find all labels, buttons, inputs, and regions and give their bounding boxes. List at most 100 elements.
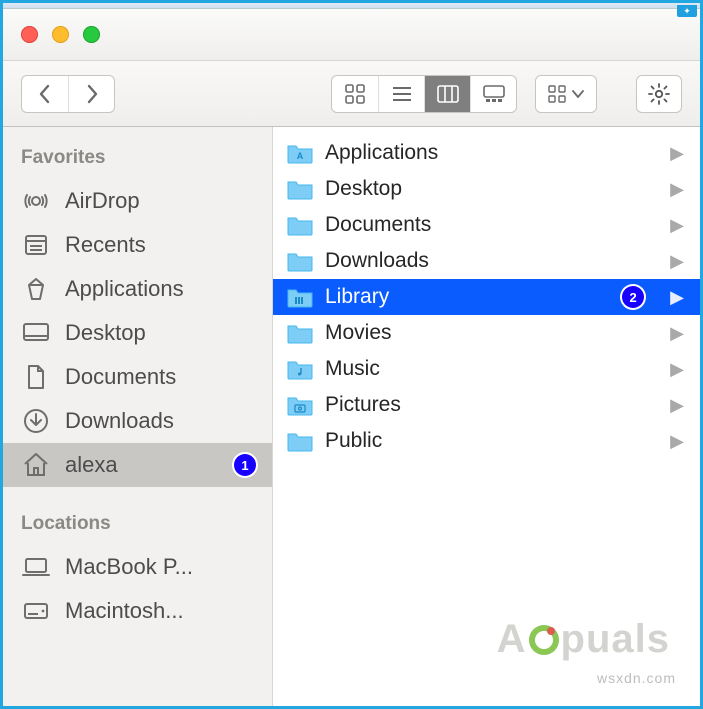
sidebar-item-label: Applications — [65, 276, 256, 302]
chevron-right-icon: ▶ — [670, 431, 684, 452]
sidebar: Favorites AirDrop Recents Applications — [3, 127, 273, 706]
list-item-public[interactable]: Public ▶ — [273, 423, 700, 459]
zoom-window-button[interactable] — [83, 26, 100, 43]
finder-window: ✦ — [0, 0, 703, 709]
gear-icon — [648, 83, 670, 105]
view-column-button[interactable] — [424, 76, 470, 112]
desktop-icon — [21, 318, 51, 348]
watermark-text-b: puals — [561, 617, 670, 662]
item-label: Movies — [325, 321, 670, 345]
folder-icon — [287, 286, 313, 308]
sidebar-item-recents[interactable]: Recents — [3, 223, 272, 267]
annotation-badge-1: 1 — [234, 454, 256, 476]
corner-bookmark-icon: ✦ — [677, 5, 697, 17]
toolbar — [3, 61, 700, 127]
titlebar — [3, 9, 700, 61]
grid-icon — [345, 84, 365, 104]
folder-list: A Applications ▶ Desktop ▶ Documents ▶ D — [273, 127, 700, 459]
item-label: Library — [325, 285, 622, 309]
sidebar-item-airdrop[interactable]: AirDrop — [3, 179, 272, 223]
minimize-window-button[interactable] — [52, 26, 69, 43]
watermark-text-a: A — [497, 617, 527, 662]
watermark-ball-icon — [529, 625, 559, 655]
chevron-right-icon: ▶ — [670, 215, 684, 236]
list-item-applications[interactable]: A Applications ▶ — [273, 135, 700, 171]
sidebar-item-label: Macintosh... — [65, 598, 256, 624]
folder-icon — [287, 250, 313, 272]
watermark-logo: A puals — [497, 617, 670, 662]
svg-text:A: A — [297, 151, 304, 161]
sidebar-item-macbook[interactable]: MacBook P... — [3, 545, 272, 589]
column-content: A Applications ▶ Desktop ▶ Documents ▶ D — [273, 127, 700, 706]
view-list-button[interactable] — [378, 76, 424, 112]
chevron-right-icon: ▶ — [670, 143, 684, 164]
folder-icon — [287, 214, 313, 236]
airdrop-icon — [21, 186, 51, 216]
sidebar-item-desktop[interactable]: Desktop — [3, 311, 272, 355]
downloads-icon — [21, 406, 51, 436]
documents-icon — [21, 362, 51, 392]
item-label: Desktop — [325, 177, 670, 201]
item-label: Music — [325, 357, 670, 381]
list-item-pictures[interactable]: Pictures ▶ — [273, 387, 700, 423]
list-item-documents[interactable]: Documents ▶ — [273, 207, 700, 243]
list-item-movies[interactable]: Movies ▶ — [273, 315, 700, 351]
list-item-music[interactable]: Music ▶ — [273, 351, 700, 387]
action-menu-button[interactable] — [636, 75, 682, 113]
window-body: Favorites AirDrop Recents Applications — [3, 127, 700, 706]
chevron-right-icon — [85, 84, 99, 104]
chevron-right-icon: ▶ — [670, 251, 684, 272]
sidebar-item-applications[interactable]: Applications — [3, 267, 272, 311]
gallery-icon — [483, 84, 505, 104]
grid-small-icon — [548, 85, 566, 103]
forward-button[interactable] — [68, 76, 114, 112]
chevron-right-icon: ▶ — [670, 395, 684, 416]
group-by-dropdown[interactable] — [535, 75, 597, 113]
section-title-locations: Locations — [3, 509, 272, 545]
section-title-favorites: Favorites — [3, 143, 272, 179]
item-label: Public — [325, 429, 670, 453]
sidebar-item-label: MacBook P... — [65, 554, 256, 580]
chevron-right-icon: ▶ — [670, 287, 684, 308]
nav-segment — [21, 75, 115, 113]
sidebar-item-label: AirDrop — [65, 188, 256, 214]
folder-icon — [287, 430, 313, 452]
recents-icon — [21, 230, 51, 260]
sidebar-item-documents[interactable]: Documents — [3, 355, 272, 399]
chevron-left-icon — [38, 84, 52, 104]
chevron-right-icon: ▶ — [670, 323, 684, 344]
item-label: Downloads — [325, 249, 670, 273]
folder-music-icon — [287, 358, 313, 380]
item-label: Documents — [325, 213, 670, 237]
item-label: Pictures — [325, 393, 670, 417]
view-segment — [331, 75, 517, 113]
chevron-down-icon — [572, 89, 584, 99]
sidebar-item-home[interactable]: alexa 1 — [3, 443, 272, 487]
applications-icon — [21, 274, 51, 304]
hdd-icon — [21, 596, 51, 626]
laptop-icon — [21, 552, 51, 582]
columns-icon — [437, 84, 459, 104]
sidebar-item-macintosh-hd[interactable]: Macintosh... — [3, 589, 272, 633]
sidebar-item-label: Documents — [65, 364, 256, 390]
watermark-subtext: wsxdn.com — [597, 670, 676, 686]
list-item-downloads[interactable]: Downloads ▶ — [273, 243, 700, 279]
close-window-button[interactable] — [21, 26, 38, 43]
home-icon — [21, 450, 51, 480]
sidebar-item-label: alexa — [65, 452, 220, 478]
sidebar-item-downloads[interactable]: Downloads — [3, 399, 272, 443]
sidebar-item-label: Recents — [65, 232, 256, 258]
annotation-badge-2: 2 — [622, 286, 644, 308]
item-label: Applications — [325, 141, 670, 165]
folder-icon — [287, 322, 313, 344]
list-item-library[interactable]: Library 2 ▶ — [273, 279, 700, 315]
view-gallery-button[interactable] — [470, 76, 516, 112]
view-icon-button[interactable] — [332, 76, 378, 112]
folder-icon: A — [287, 142, 313, 164]
sidebar-item-label: Downloads — [65, 408, 256, 434]
folder-icon — [287, 178, 313, 200]
folder-pictures-icon — [287, 394, 313, 416]
sidebar-item-label: Desktop — [65, 320, 256, 346]
list-item-desktop[interactable]: Desktop ▶ — [273, 171, 700, 207]
back-button[interactable] — [22, 76, 68, 112]
